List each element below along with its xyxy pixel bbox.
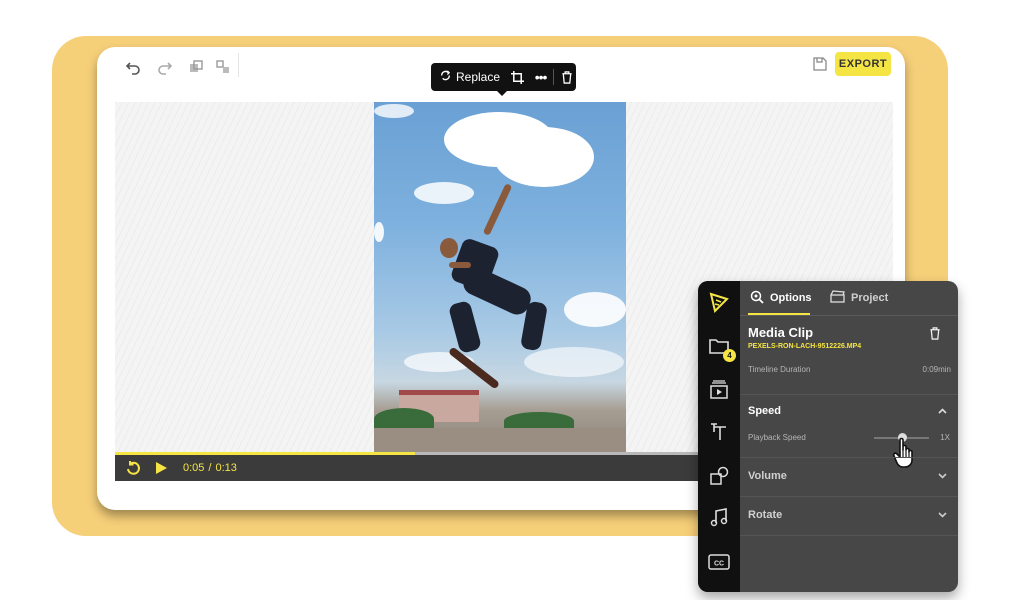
delete-icon[interactable] bbox=[558, 63, 576, 91]
rotate-section-title[interactable]: Rotate bbox=[748, 509, 782, 521]
music-icon[interactable] bbox=[706, 505, 732, 531]
cloud bbox=[494, 127, 594, 187]
options-panel: 4 CC Options Project Media Clip PEXELS-R… bbox=[698, 281, 958, 592]
section-divider bbox=[740, 496, 958, 497]
playback-speed-value: 1X bbox=[940, 433, 950, 442]
skater-arm bbox=[482, 183, 513, 236]
clip-edit-icon[interactable] bbox=[706, 289, 732, 315]
folder-icon[interactable]: 4 bbox=[706, 333, 736, 362]
ground bbox=[374, 428, 626, 452]
speed-section-title[interactable]: Speed bbox=[748, 405, 781, 417]
current-time: 0:05 bbox=[183, 462, 205, 474]
play-icon[interactable] bbox=[151, 458, 171, 478]
cloud bbox=[414, 182, 474, 204]
chevron-down-icon[interactable] bbox=[938, 510, 947, 520]
cloud bbox=[524, 347, 624, 377]
floating-toolbar-divider bbox=[553, 69, 555, 85]
timeline-duration-label: Timeline Duration bbox=[748, 365, 811, 374]
volume-section-title[interactable]: Volume bbox=[748, 470, 787, 482]
duplicate-icon[interactable] bbox=[186, 57, 206, 77]
replace-icon bbox=[439, 69, 452, 85]
undo-icon[interactable] bbox=[123, 57, 143, 77]
cloud bbox=[374, 222, 384, 242]
trash-icon[interactable] bbox=[929, 327, 941, 343]
more-icon[interactable]: ••• bbox=[532, 63, 550, 91]
playback-speed-label: Playback Speed bbox=[748, 433, 806, 442]
trees bbox=[374, 408, 434, 430]
captions-icon[interactable]: CC bbox=[706, 549, 732, 575]
timeline-duration-value: 0:09min bbox=[922, 365, 951, 374]
time-separator: / bbox=[208, 462, 212, 474]
text-icon[interactable] bbox=[706, 419, 732, 445]
top-toolbar: Replace ••• EXPORT bbox=[97, 47, 905, 96]
media-library-icon[interactable] bbox=[706, 377, 732, 403]
section-divider bbox=[740, 535, 958, 536]
cloud bbox=[564, 292, 626, 327]
crop-icon[interactable] bbox=[510, 63, 526, 91]
restart-icon[interactable] bbox=[123, 458, 143, 478]
section-divider bbox=[740, 457, 958, 458]
clip-floating-toolbar: Replace ••• bbox=[431, 63, 576, 96]
section-divider bbox=[740, 394, 958, 395]
redo-icon[interactable] bbox=[155, 57, 175, 77]
cloud bbox=[374, 104, 414, 118]
media-count-badge: 4 bbox=[723, 349, 736, 362]
shapes-icon[interactable] bbox=[706, 463, 732, 489]
chevron-down-icon[interactable] bbox=[938, 471, 947, 481]
export-button[interactable]: EXPORT bbox=[835, 52, 891, 76]
video-frame[interactable] bbox=[374, 102, 626, 452]
skater-head bbox=[440, 238, 458, 258]
skater-arm bbox=[449, 262, 471, 268]
svg-text:CC: CC bbox=[714, 561, 724, 568]
group-icon[interactable] bbox=[213, 57, 233, 77]
tool-rail: 4 CC bbox=[698, 281, 740, 592]
media-clip-section: Media Clip PEXELS-RON-LACH-9512226.MP4 bbox=[740, 281, 958, 401]
replace-label: Replace bbox=[456, 70, 501, 84]
skater-leg bbox=[447, 300, 483, 354]
clip-title: Media Clip bbox=[748, 325, 814, 340]
clip-filename: PEXELS-RON-LACH-9512226.MP4 bbox=[748, 343, 862, 350]
toolbar-divider bbox=[238, 53, 239, 77]
hand-cursor-icon bbox=[892, 436, 920, 468]
chevron-up-icon[interactable] bbox=[938, 406, 947, 416]
save-icon[interactable] bbox=[811, 55, 829, 73]
replace-button[interactable]: Replace bbox=[439, 63, 500, 91]
total-time: 0:13 bbox=[215, 462, 237, 474]
